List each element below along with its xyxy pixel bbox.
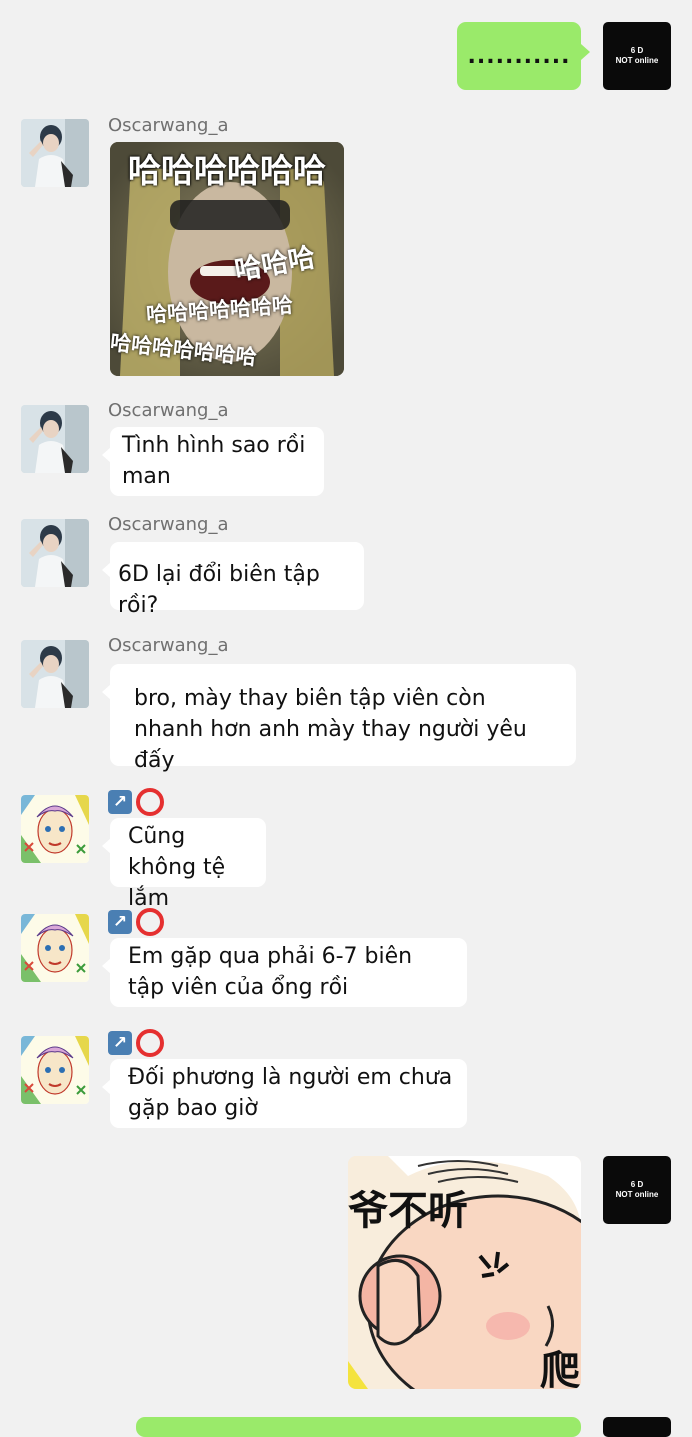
up-right-arrow-icon: ↗ xyxy=(108,1031,132,1055)
self-avatar[interactable]: 6 D NOT online xyxy=(603,22,671,90)
message-bubble[interactable]: Cũng không tệ lắm xyxy=(102,818,266,911)
message-text: Tình hình sao rồi man xyxy=(122,433,306,489)
message-bubble[interactable]: Tình hình sao rồi man xyxy=(102,427,324,496)
message-bubble[interactable]: Em gặp qua phải 6-7 biên tập viên của ổn… xyxy=(102,938,467,1007)
circle-user-avatar[interactable] xyxy=(21,914,89,982)
covering-ears-sticker-image[interactable]: 爷不听 爬 xyxy=(348,1156,581,1389)
message-text: ........... xyxy=(467,43,571,69)
red-circle-icon xyxy=(136,1029,164,1057)
sticker-caption-side: 爬 xyxy=(540,1348,580,1389)
message-text: bro, mày thay biên tập viên còn nhanh hơ… xyxy=(134,686,527,773)
avatar-line2: NOT online xyxy=(615,1190,659,1199)
sender-name-emoji: ↗ xyxy=(108,788,164,816)
oscar-avatar[interactable] xyxy=(21,640,89,708)
sketch-portrait-icon xyxy=(21,914,89,982)
oscar-avatar[interactable] xyxy=(21,119,89,187)
person-photo-icon xyxy=(21,519,89,587)
oscar-avatar[interactable] xyxy=(21,519,89,587)
avatar-line2: NOT online xyxy=(615,56,659,65)
sticker-caption-top: 哈哈哈哈哈哈 xyxy=(128,151,326,190)
sender-name: Oscarwang_a xyxy=(108,115,229,136)
message-bubble[interactable]: Đối phương là người em chưa gặp bao giờ xyxy=(102,1059,467,1128)
person-photo-icon xyxy=(21,405,89,473)
up-right-arrow-icon: ↗ xyxy=(108,910,132,934)
laughing-sticker-image[interactable]: 哈哈哈哈哈哈 哈哈哈 哈哈哈哈哈哈哈 哈哈哈哈哈哈哈 xyxy=(110,142,344,376)
self-avatar[interactable]: 6 D NOT online xyxy=(603,1156,671,1224)
sketch-portrait-icon xyxy=(21,1036,89,1104)
message-bubble[interactable]: bro, mày thay biên tập viên còn nhanh hơ… xyxy=(102,664,576,773)
avatar-line1: 6 D xyxy=(630,1180,644,1189)
self-avatar-partial[interactable] xyxy=(603,1417,671,1437)
self-message-bubble-partial[interactable] xyxy=(136,1417,581,1437)
oscar-avatar[interactable] xyxy=(21,405,89,473)
person-photo-icon xyxy=(21,119,89,187)
sender-name-emoji: ↗ xyxy=(108,1029,164,1057)
self-message-bubble[interactable]: ........... xyxy=(457,22,590,90)
message-bubble[interactable]: 6D lại đổi biên tập rồi? xyxy=(102,542,364,618)
sticker-caption-top: 爷不听 xyxy=(348,1188,468,1234)
sender-name: Oscarwang_a xyxy=(108,635,229,656)
sketch-portrait-icon xyxy=(21,795,89,863)
message-text: 6D lại đổi biên tập rồi? xyxy=(118,562,320,618)
red-circle-icon xyxy=(136,788,164,816)
sender-name: Oscarwang_a xyxy=(108,400,229,421)
circle-user-avatar[interactable] xyxy=(21,795,89,863)
red-circle-icon xyxy=(136,908,164,936)
message-text: Đối phương là người em chưa gặp bao giờ xyxy=(128,1065,453,1121)
sender-name: Oscarwang_a xyxy=(108,514,229,535)
message-text: Cũng không tệ lắm xyxy=(128,824,226,911)
message-text: Em gặp qua phải 6-7 biên tập viên của ổn… xyxy=(128,944,413,1000)
sender-name-emoji: ↗ xyxy=(108,908,164,936)
person-photo-icon xyxy=(21,640,89,708)
circle-user-avatar[interactable] xyxy=(21,1036,89,1104)
avatar-line1: 6 D xyxy=(630,46,644,55)
up-right-arrow-icon: ↗ xyxy=(108,790,132,814)
